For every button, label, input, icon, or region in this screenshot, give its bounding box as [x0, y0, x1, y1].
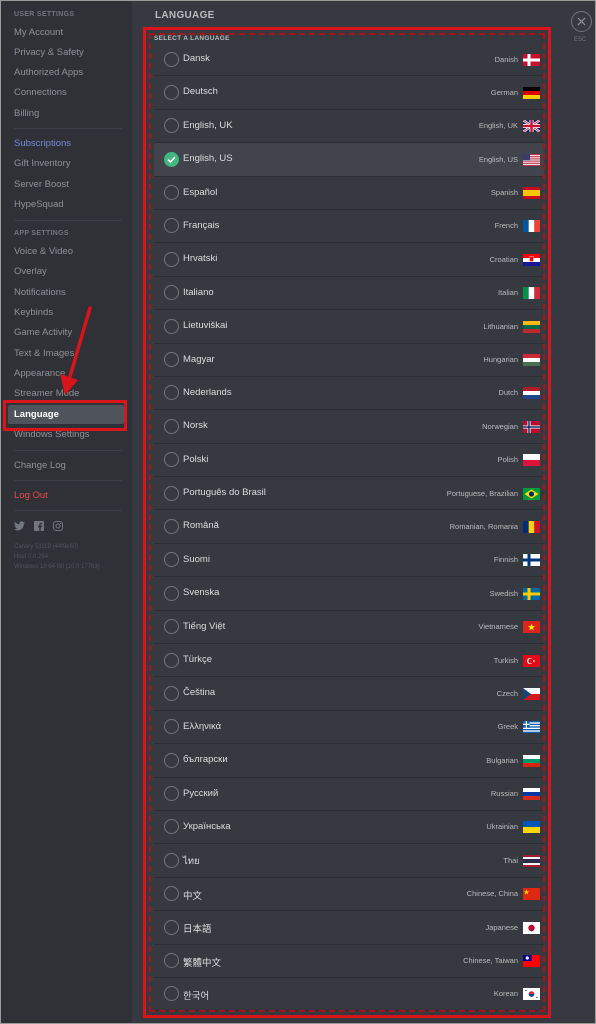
- sidebar-item-overlay[interactable]: Overlay: [8, 262, 124, 281]
- sidebar-item-voice-video[interactable]: Voice & Video: [8, 242, 124, 261]
- sidebar-item-privacy-safety[interactable]: Privacy & Safety: [8, 43, 124, 62]
- facebook-icon[interactable]: [33, 521, 44, 532]
- close-icon: [577, 17, 586, 26]
- red-arrow-annotation: [60, 306, 92, 395]
- instagram-icon[interactable]: [52, 521, 63, 532]
- sidebar-item-server-boost[interactable]: Server Boost: [8, 175, 124, 194]
- sidebar-divider: [14, 128, 122, 129]
- close-button[interactable]: [571, 11, 592, 32]
- settings-sidebar: User Settings My Account Privacy & Safet…: [0, 0, 132, 1024]
- sidebar-divider: [14, 510, 122, 511]
- sidebar-item-hypesquad[interactable]: HypeSquad: [8, 195, 124, 214]
- sidebar-item-my-account[interactable]: My Account: [8, 23, 124, 42]
- sidebar-divider: [14, 220, 122, 221]
- page-title: LANGUAGE: [155, 10, 215, 21]
- twitter-icon[interactable]: [14, 521, 25, 532]
- sidebar-item-billing[interactable]: Billing: [8, 104, 124, 123]
- sidebar-divider: [14, 480, 122, 481]
- sidebar-item-log-out[interactable]: Log Out: [8, 486, 124, 505]
- sidebar-item-gift-inventory[interactable]: Gift Inventory: [8, 154, 124, 173]
- sidebar-header-app-settings: App Settings: [14, 230, 69, 237]
- sidebar-item-authorized-apps[interactable]: Authorized Apps: [8, 63, 124, 82]
- sidebar-item-notifications[interactable]: Notifications: [8, 283, 124, 302]
- sidebar-item-connections[interactable]: Connections: [8, 83, 124, 102]
- version-info-line: Windows 10 64-Bit (10.0.17763): [14, 564, 100, 570]
- esc-label: ESC: [574, 37, 587, 43]
- sidebar-header-user-settings: User Settings: [14, 11, 75, 18]
- sidebar-item-subscriptions[interactable]: Subscriptions: [8, 134, 124, 153]
- sidebar-divider: [14, 450, 122, 451]
- language-list-highlight: [143, 27, 551, 1018]
- social-links: [14, 520, 63, 532]
- sidebar-item-change-log[interactable]: Change Log: [8, 456, 124, 475]
- version-info-line: Host 0.0.264: [14, 554, 49, 560]
- sidebar-item-language[interactable]: Language: [8, 405, 124, 424]
- sidebar-item-windows-settings[interactable]: Windows Settings: [8, 425, 124, 444]
- version-info-line: Canary 51119 (44f9e60): [14, 544, 79, 550]
